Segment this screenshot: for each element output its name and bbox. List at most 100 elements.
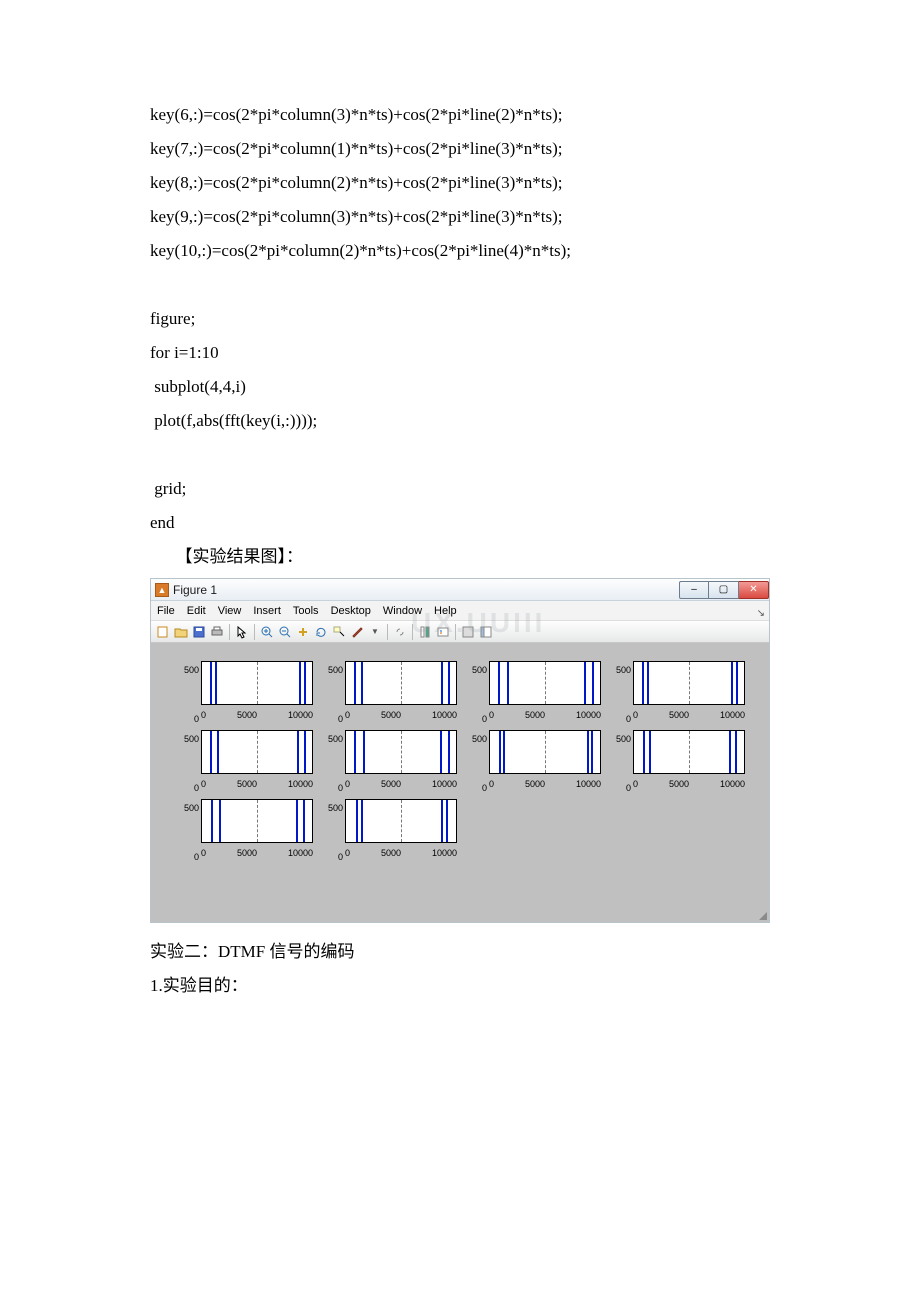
- subplot-cell: 50000500010000: [175, 799, 313, 862]
- fft-peak: [507, 662, 509, 704]
- legend-icon[interactable]: [435, 624, 451, 640]
- subplot-cell: 50000500010000: [319, 799, 457, 862]
- y-ticks: 5000: [321, 799, 343, 862]
- fft-peak: [587, 731, 589, 773]
- axes: [489, 661, 601, 705]
- maximize-button[interactable]: ▢: [709, 581, 739, 599]
- x-ticks: 0500010000: [201, 775, 313, 793]
- fft-peak: [499, 731, 501, 773]
- x-ticks: 0500010000: [345, 775, 457, 793]
- close-button[interactable]: ✕: [739, 581, 769, 599]
- fft-peak: [356, 800, 358, 842]
- fft-peak: [731, 662, 733, 704]
- code-line: key(10,:)=cos(2*pi*column(2)*n*ts)+cos(2…: [150, 234, 770, 268]
- hide-tools-icon[interactable]: [460, 624, 476, 640]
- menu-view[interactable]: View: [218, 600, 242, 622]
- save-icon[interactable]: [191, 624, 207, 640]
- code-line: end: [150, 506, 770, 540]
- menu-insert[interactable]: Insert: [253, 600, 281, 622]
- y-ticks: 5000: [177, 799, 199, 862]
- subplot-grid: 5000050001000050000500010000500005000100…: [175, 661, 745, 862]
- separator: [229, 624, 230, 640]
- grid-line: [257, 662, 258, 704]
- resize-handle-icon[interactable]: [759, 912, 767, 920]
- x-ticks: 0500010000: [633, 706, 745, 724]
- fft-peak: [498, 662, 500, 704]
- code-line: [150, 268, 770, 302]
- separator: [412, 624, 413, 640]
- x-ticks: 0500010000: [489, 706, 601, 724]
- fft-peak: [441, 800, 443, 842]
- code-line: key(9,:)=cos(2*pi*column(3)*n*ts)+cos(2*…: [150, 200, 770, 234]
- fft-peak: [441, 662, 443, 704]
- dropdown-icon[interactable]: ▼: [367, 624, 383, 640]
- x-ticks: 0500010000: [201, 706, 313, 724]
- print-icon[interactable]: [209, 624, 225, 640]
- code-line: key(8,:)=cos(2*pi*column(2)*n*ts)+cos(2*…: [150, 166, 770, 200]
- fft-peak: [211, 800, 213, 842]
- y-ticks: 5000: [321, 730, 343, 793]
- pan-icon[interactable]: [295, 624, 311, 640]
- grid-line: [257, 731, 258, 773]
- menu-edit[interactable]: Edit: [187, 600, 206, 622]
- document-page: key(6,:)=cos(2*pi*column(3)*n*ts)+cos(2*…: [0, 0, 920, 1302]
- fft-peak: [446, 800, 448, 842]
- menu-file[interactable]: File: [157, 600, 175, 622]
- open-icon[interactable]: [173, 624, 189, 640]
- colorbar-icon[interactable]: [417, 624, 433, 640]
- brush-icon[interactable]: [349, 624, 365, 640]
- subplot-cell: 50000500010000: [319, 661, 457, 724]
- y-ticks: 5000: [177, 661, 199, 724]
- code-line: plot(f,abs(fft(key(i,:))));: [150, 404, 770, 438]
- show-tools-icon[interactable]: [478, 624, 494, 640]
- code-line: key(7,:)=cos(2*pi*column(1)*n*ts)+cos(2*…: [150, 132, 770, 166]
- link-icon[interactable]: [392, 624, 408, 640]
- axes: [201, 799, 313, 843]
- code-line: subplot(4,4,i): [150, 370, 770, 404]
- grid-line: [545, 662, 546, 704]
- fft-peak: [217, 731, 219, 773]
- title-bar: ▲ Figure 1 – ▢ ✕: [151, 579, 769, 601]
- data-cursor-icon[interactable]: [331, 624, 347, 640]
- fft-peak: [729, 731, 731, 773]
- x-ticks: 0500010000: [489, 775, 601, 793]
- grid-line: [689, 731, 690, 773]
- code-block: key(6,:)=cos(2*pi*column(3)*n*ts)+cos(2*…: [150, 98, 770, 540]
- grid-line: [401, 731, 402, 773]
- fft-peak: [210, 662, 212, 704]
- menu-bar: File Edit View Insert Tools Desktop Wind…: [151, 601, 769, 621]
- figure-canvas: 5000050001000050000500010000500005000100…: [151, 643, 769, 922]
- tool-bar: ▼: [151, 621, 769, 643]
- fft-peak: [297, 731, 299, 773]
- fft-peak: [642, 662, 644, 704]
- result-heading: 【实验结果图】：: [150, 540, 770, 574]
- pointer-icon[interactable]: [234, 624, 250, 640]
- code-line: key(6,:)=cos(2*pi*column(3)*n*ts)+cos(2*…: [150, 98, 770, 132]
- subplot-cell: 50000500010000: [463, 730, 601, 793]
- subplot-cell: 50000500010000: [175, 661, 313, 724]
- y-ticks: 5000: [177, 730, 199, 793]
- toolbar-overflow-icon[interactable]: ↘: [757, 604, 765, 624]
- subplot-cell: 50000500010000: [607, 661, 745, 724]
- fft-peak: [440, 731, 442, 773]
- fft-peak: [304, 731, 306, 773]
- fft-peak: [299, 662, 301, 704]
- grid-line: [401, 662, 402, 704]
- menu-help[interactable]: Help: [434, 600, 457, 622]
- fft-peak: [354, 731, 356, 773]
- x-ticks: 0500010000: [345, 844, 457, 862]
- zoom-in-icon[interactable]: [259, 624, 275, 640]
- menu-tools[interactable]: Tools: [293, 600, 319, 622]
- minimize-button[interactable]: –: [679, 581, 709, 599]
- new-figure-icon[interactable]: [155, 624, 171, 640]
- fft-peak: [361, 800, 363, 842]
- exp2-section: 1.实验目的：: [150, 969, 770, 1003]
- rotate-icon[interactable]: [313, 624, 329, 640]
- fft-peak: [448, 662, 450, 704]
- separator: [387, 624, 388, 640]
- grid-line: [257, 800, 258, 842]
- grid-line: [689, 662, 690, 704]
- zoom-out-icon[interactable]: [277, 624, 293, 640]
- menu-window[interactable]: Window: [383, 600, 422, 622]
- menu-desktop[interactable]: Desktop: [331, 600, 371, 622]
